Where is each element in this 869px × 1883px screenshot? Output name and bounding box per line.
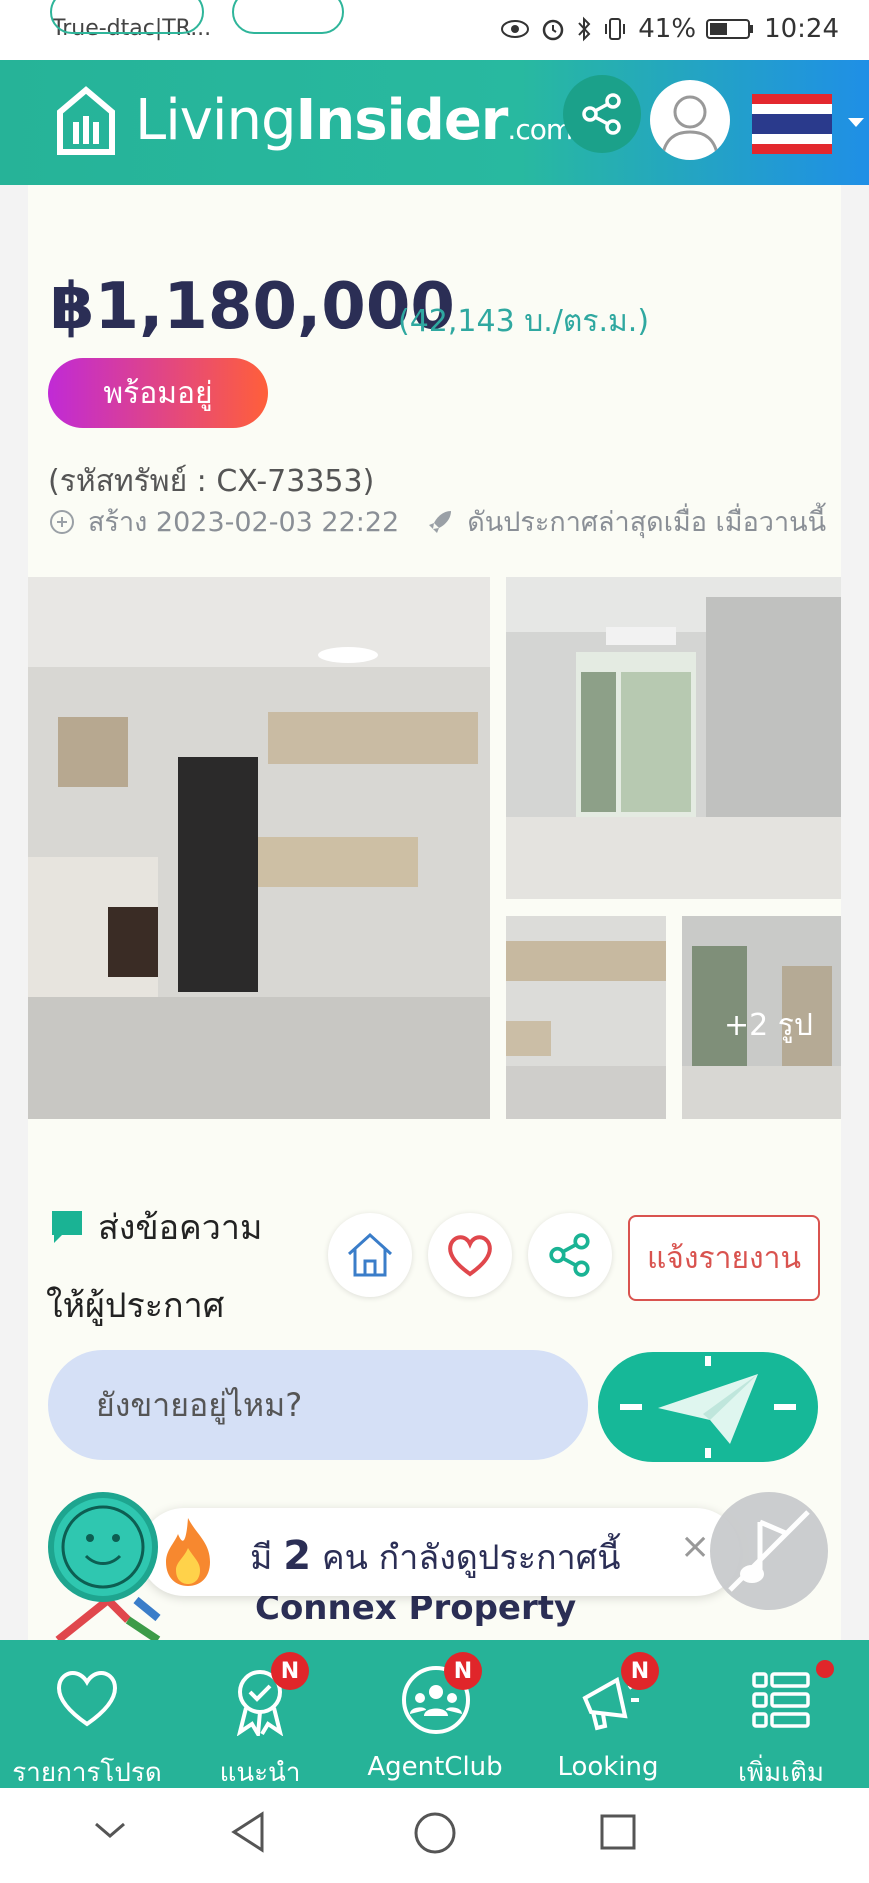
bottom-nav: รายการโปรด N แนะนำ N AgentClub N Looking… (0, 1640, 869, 1788)
nav-badge-agentclub: N (444, 1652, 482, 1690)
listing-dates: สร้าง 2023-02-03 22:22 ดันประกาศล่าสุดเม… (48, 500, 826, 543)
agent-logo-icon (55, 1594, 161, 1640)
alarm-icon (543, 19, 564, 41)
more-photos-label: +2 รูป (724, 1008, 813, 1043)
photo-thumb-more[interactable]: +2 รูป (682, 916, 841, 1119)
user-icon (660, 95, 720, 160)
battery-icon (706, 19, 754, 39)
status-badge: พร้อมอยู่ (48, 358, 268, 428)
report-button[interactable]: แจ้งรายงาน (628, 1215, 820, 1301)
clock: 10:24 (764, 14, 839, 44)
nav-label-recommend: แนะนำ (219, 1758, 301, 1788)
viewers-text: มี 2 คน กำลังดูประกาศนี้ (250, 1533, 621, 1579)
property-code: (รหัสทรัพย์ : CX-73353) (48, 464, 375, 499)
home-circle-icon[interactable] (412, 1810, 458, 1856)
agent-logo (48, 1590, 208, 1640)
home-button[interactable] (328, 1213, 412, 1297)
favorite-button[interactable] (428, 1213, 512, 1297)
nav-badge-looking: N (621, 1652, 659, 1690)
thai-flag-icon (752, 94, 832, 154)
close-icon[interactable]: × (680, 1526, 710, 1567)
plus-circle-icon (50, 509, 74, 534)
heart-icon (448, 1235, 492, 1277)
listing-price: ฿1,180,000 (50, 270, 455, 344)
photo-living[interactable] (506, 577, 841, 899)
share-button[interactable] (528, 1213, 612, 1297)
message-input[interactable]: ยังขายอยู่ไหม? (48, 1350, 588, 1460)
music-off-icon (728, 1510, 810, 1592)
message-subtitle: ให้ผู้ประกาศ (46, 1286, 225, 1326)
send-icon (620, 1356, 796, 1458)
chat-bot-button[interactable] (48, 1492, 158, 1602)
photo-main[interactable] (28, 577, 490, 1119)
created-date: สร้าง 2023-02-03 22:22 (88, 507, 400, 538)
nav-item-recommend[interactable]: N แนะนำ (185, 1640, 335, 1788)
tag-chip-1[interactable] (50, 0, 204, 34)
language-flag[interactable] (752, 94, 832, 154)
nav-item-agentclub[interactable]: N AgentClub (360, 1640, 510, 1788)
back-icon[interactable] (228, 1810, 268, 1854)
nav-label-looking: Looking (557, 1752, 659, 1782)
chevron-down-icon[interactable] (846, 116, 866, 130)
notification-dot (816, 1660, 834, 1678)
boosted-date: ดันประกาศล่าสุดเมื่อ เมื่อวานนี้ (467, 507, 827, 538)
send-button[interactable] (598, 1352, 818, 1462)
share-header-button[interactable] (563, 75, 641, 153)
photo-kitchen (28, 577, 490, 1119)
nav-label-favorites: รายการโปรด (12, 1758, 162, 1788)
message-title: ส่งข้อความ (98, 1208, 263, 1248)
chat-bubble-icon (52, 1211, 82, 1243)
nav-badge-recommend: N (271, 1652, 309, 1690)
nav-label-more: เพิ่มเติม (737, 1758, 825, 1788)
nav-item-favorites[interactable]: รายการโปรด (12, 1640, 162, 1788)
recent-apps-icon[interactable] (598, 1812, 638, 1852)
viewers-notice: มี 2 คน กำลังดูประกาศนี้ × (140, 1508, 740, 1596)
photo-cabinets (506, 916, 666, 1119)
photo-thumb-1[interactable] (506, 916, 666, 1119)
avatar[interactable] (650, 80, 730, 160)
price-per-sqm: (42,143 บ./ตร.ม.) (398, 304, 650, 339)
logo-wordmark[interactable]: LivingInsider.com (135, 88, 573, 153)
logo-icon (57, 86, 115, 155)
tag-chip-2[interactable] (232, 0, 344, 34)
share-icon (549, 1233, 590, 1277)
status-icons: 41% 10:24 (500, 14, 839, 44)
photo-balcony (506, 577, 841, 899)
chevron-down-icon[interactable] (92, 1818, 128, 1842)
heart-icon (57, 1671, 117, 1727)
app-header: LivingInsider.com (0, 60, 869, 185)
fire-icon (166, 1518, 210, 1586)
battery-percent: 41% (638, 14, 697, 44)
bluetooth-icon (578, 16, 591, 42)
share-icon (582, 93, 621, 135)
sound-toggle-button[interactable] (710, 1492, 828, 1610)
system-nav-bar (0, 1788, 869, 1883)
nav-label-agentclub: AgentClub (367, 1752, 503, 1782)
nav-item-more[interactable]: เพิ่มเติม (706, 1640, 856, 1788)
vibrate-icon (605, 18, 626, 40)
rocket-icon (429, 510, 452, 533)
smiley-icon (61, 1505, 145, 1589)
menu-list-icon (752, 1672, 810, 1728)
eye-icon (501, 20, 530, 38)
nav-item-looking[interactable]: N Looking (533, 1640, 683, 1788)
home-icon (347, 1232, 393, 1277)
